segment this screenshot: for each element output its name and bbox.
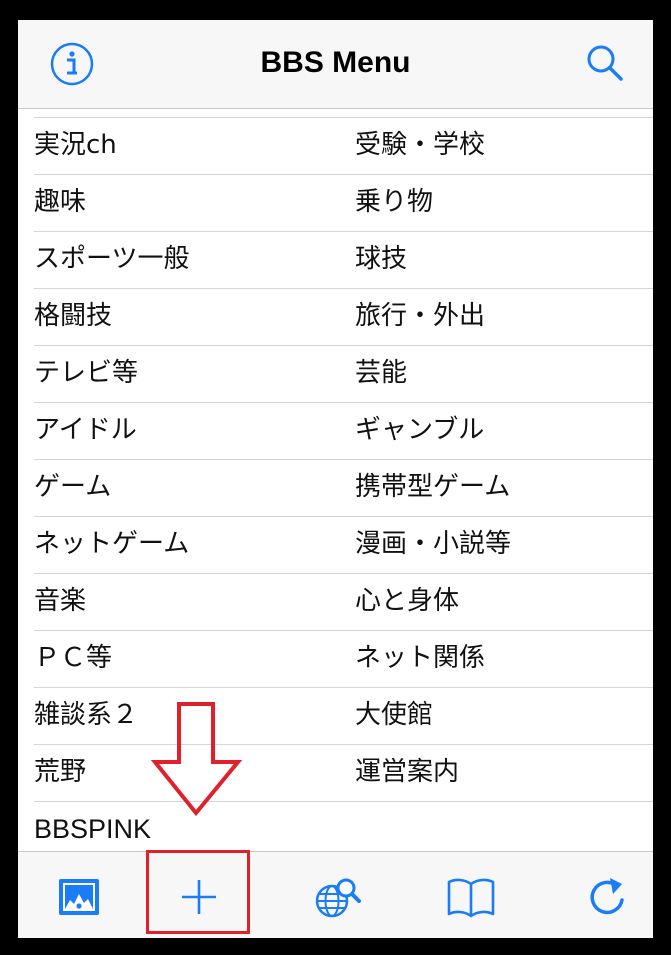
category-row: 荒野 運営案内 [34, 744, 653, 801]
globe-search-icon [315, 878, 361, 918]
category-item[interactable]: ネット関係 [355, 631, 485, 687]
photo-icon [59, 879, 99, 915]
page-title: BBS Menu [260, 46, 411, 79]
category-item[interactable]: スポーツ一般 [34, 232, 189, 288]
category-item[interactable]: 携帯型ゲーム [355, 460, 510, 516]
search-icon [587, 45, 623, 81]
category-row: 音楽 心と身体 [34, 573, 653, 630]
category-item[interactable]: 旅行・外出 [355, 289, 485, 345]
bookmarks-button[interactable] [444, 870, 498, 924]
category-item[interactable]: 受験・学校 [355, 118, 485, 174]
category-row: アイドル ギャンブル [34, 402, 653, 459]
category-row: ＰＣ等 ネット関係 [34, 630, 653, 687]
category-item[interactable]: 漫画・小説等 [355, 517, 511, 573]
category-row: BBSPINK [34, 801, 653, 858]
refresh-button[interactable] [580, 870, 634, 924]
category-item[interactable]: 芸能 [355, 346, 407, 402]
category-item[interactable]: 球技 [355, 232, 407, 288]
category-item[interactable]: 雑談系２ [34, 688, 138, 744]
category-row: テレビ等 芸能 [34, 345, 653, 402]
category-item[interactable]: ネットゲーム [34, 517, 189, 573]
category-item[interactable]: 大使館 [355, 688, 433, 744]
plus-icon [182, 880, 216, 914]
category-item[interactable]: 荒野 [34, 745, 86, 801]
app-screen: BBS Menu 実況ch 受験・学校 趣味 乗り物 スポーツ一般 球技 格闘技… [18, 20, 653, 938]
category-item[interactable]: ＰＣ等 [34, 631, 112, 687]
bbs-category-list: 実況ch 受験・学校 趣味 乗り物 スポーツ一般 球技 格闘技 旅行・外出 テレ… [18, 117, 653, 858]
category-row: 格闘技 旅行・外出 [34, 288, 653, 345]
category-item[interactable]: 運営案内 [355, 745, 459, 801]
category-row: 実況ch 受験・学校 [34, 117, 653, 174]
category-item[interactable]: BBSPINK [34, 802, 151, 858]
category-row: 雑談系２ 大使館 [34, 687, 653, 744]
add-button[interactable] [172, 870, 226, 924]
category-item[interactable]: 乗り物 [355, 175, 433, 231]
category-item[interactable]: 格闘技 [34, 289, 112, 345]
web-search-button[interactable] [310, 870, 364, 924]
category-row: ネットゲーム 漫画・小説等 [34, 516, 653, 573]
category-row: スポーツ一般 球技 [34, 231, 653, 288]
category-row: ゲーム 携帯型ゲーム [34, 459, 653, 516]
category-item[interactable]: 心と身体 [355, 574, 459, 630]
category-row: 趣味 乗り物 [34, 174, 653, 231]
category-item[interactable]: 趣味 [34, 175, 86, 231]
category-item[interactable]: ギャンブル [355, 403, 484, 459]
search-button[interactable] [581, 40, 629, 88]
category-item[interactable]: ゲーム [34, 460, 111, 516]
navigation-bar: BBS Menu [18, 20, 653, 109]
book-icon [447, 878, 495, 918]
category-item[interactable]: テレビ等 [34, 346, 138, 402]
photo-button[interactable] [52, 870, 106, 924]
category-item[interactable]: 音楽 [34, 574, 86, 630]
category-item[interactable]: アイドル [34, 403, 137, 459]
bottom-toolbar [18, 851, 653, 938]
category-item[interactable]: 実況ch [34, 118, 117, 174]
refresh-icon [590, 878, 624, 915]
